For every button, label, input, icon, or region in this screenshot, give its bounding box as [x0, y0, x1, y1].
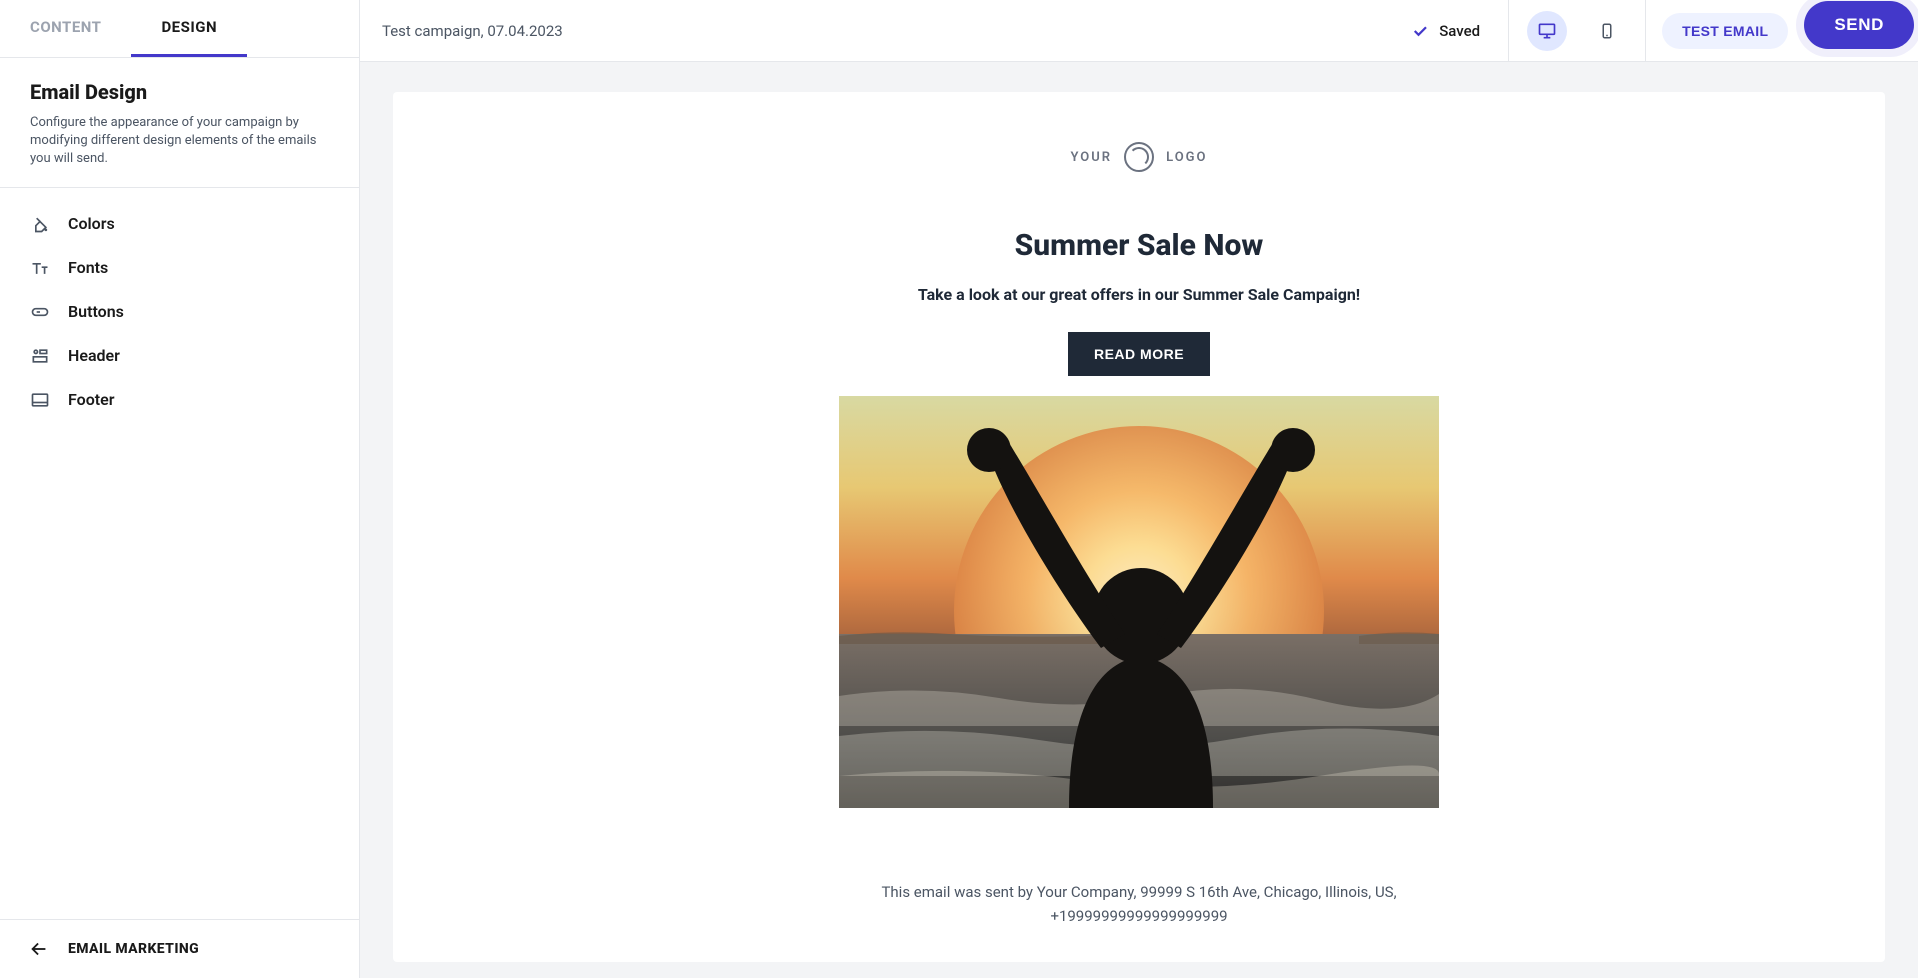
sidebar-tabs: CONTENT DESIGN [0, 0, 359, 58]
design-sidebar: CONTENT DESIGN Email Design Configure th… [0, 0, 360, 978]
email-footer-text: This email was sent by Your Company, 999… [799, 880, 1479, 928]
email-cta-button[interactable]: READ MORE [1068, 332, 1210, 376]
desktop-preview-button[interactable] [1527, 11, 1567, 51]
check-icon [1411, 22, 1429, 40]
section-description: Configure the appearance of your campaig… [30, 114, 329, 169]
email-hero-image [839, 396, 1439, 808]
mobile-icon [1598, 22, 1616, 40]
email-preview: YOUR LOGO Summer Sale Now Take a look at… [799, 142, 1479, 928]
editor-topbar: Test campaign, 07.04.2023 Saved [360, 0, 1918, 62]
paint-bucket-icon [30, 214, 50, 234]
device-preview-group [1508, 0, 1646, 61]
app-root: CONTENT DESIGN Email Design Configure th… [0, 0, 1918, 978]
logo-mark-icon [1124, 142, 1154, 172]
logo-text-left: YOUR [1071, 150, 1113, 165]
button-icon [30, 302, 50, 322]
menu-item-fonts[interactable]: Fonts [8, 246, 351, 290]
menu-item-label: Colors [68, 214, 115, 233]
design-menu: Colors Fonts Buttons Header [0, 188, 359, 436]
test-email-button[interactable]: TEST EMAIL [1662, 13, 1788, 49]
save-status-label: Saved [1439, 22, 1480, 40]
email-headline: Summer Sale Now [799, 228, 1479, 263]
email-canvas[interactable]: YOUR LOGO Summer Sale Now Take a look at… [393, 92, 1885, 962]
menu-item-label: Header [68, 346, 120, 365]
email-logo: YOUR LOGO [799, 142, 1479, 172]
section-header: Email Design Configure the appearance of… [0, 58, 359, 188]
menu-item-label: Fonts [68, 258, 108, 277]
tab-design[interactable]: DESIGN [131, 0, 247, 57]
mobile-preview-button[interactable] [1587, 11, 1627, 51]
save-status: Saved [1411, 22, 1480, 40]
send-button[interactable]: SEND [1804, 1, 1914, 49]
campaign-name[interactable]: Test campaign, 07.04.2023 [382, 22, 1411, 40]
main-area: Test campaign, 07.04.2023 Saved [360, 0, 1918, 978]
menu-item-label: Footer [68, 390, 114, 409]
text-size-icon [30, 258, 50, 278]
section-title: Email Design [30, 80, 329, 104]
header-icon [30, 346, 50, 366]
canvas-background: YOUR LOGO Summer Sale Now Take a look at… [360, 62, 1918, 978]
menu-item-header[interactable]: Header [8, 334, 351, 378]
menu-item-colors[interactable]: Colors [8, 202, 351, 246]
footer-icon [30, 390, 50, 410]
tab-content[interactable]: CONTENT [0, 0, 131, 57]
menu-item-label: Buttons [68, 302, 124, 321]
menu-item-footer[interactable]: Footer [8, 378, 351, 422]
logo-text-right: LOGO [1166, 150, 1207, 165]
email-subhead: Take a look at our great offers in our S… [799, 285, 1479, 304]
desktop-icon [1537, 21, 1557, 41]
menu-item-buttons[interactable]: Buttons [8, 290, 351, 334]
back-to-email-marketing[interactable]: EMAIL MARKETING [0, 919, 359, 978]
back-label: EMAIL MARKETING [68, 941, 199, 957]
arrow-left-icon [28, 938, 50, 960]
send-wrap: SEND [1804, 7, 1918, 55]
